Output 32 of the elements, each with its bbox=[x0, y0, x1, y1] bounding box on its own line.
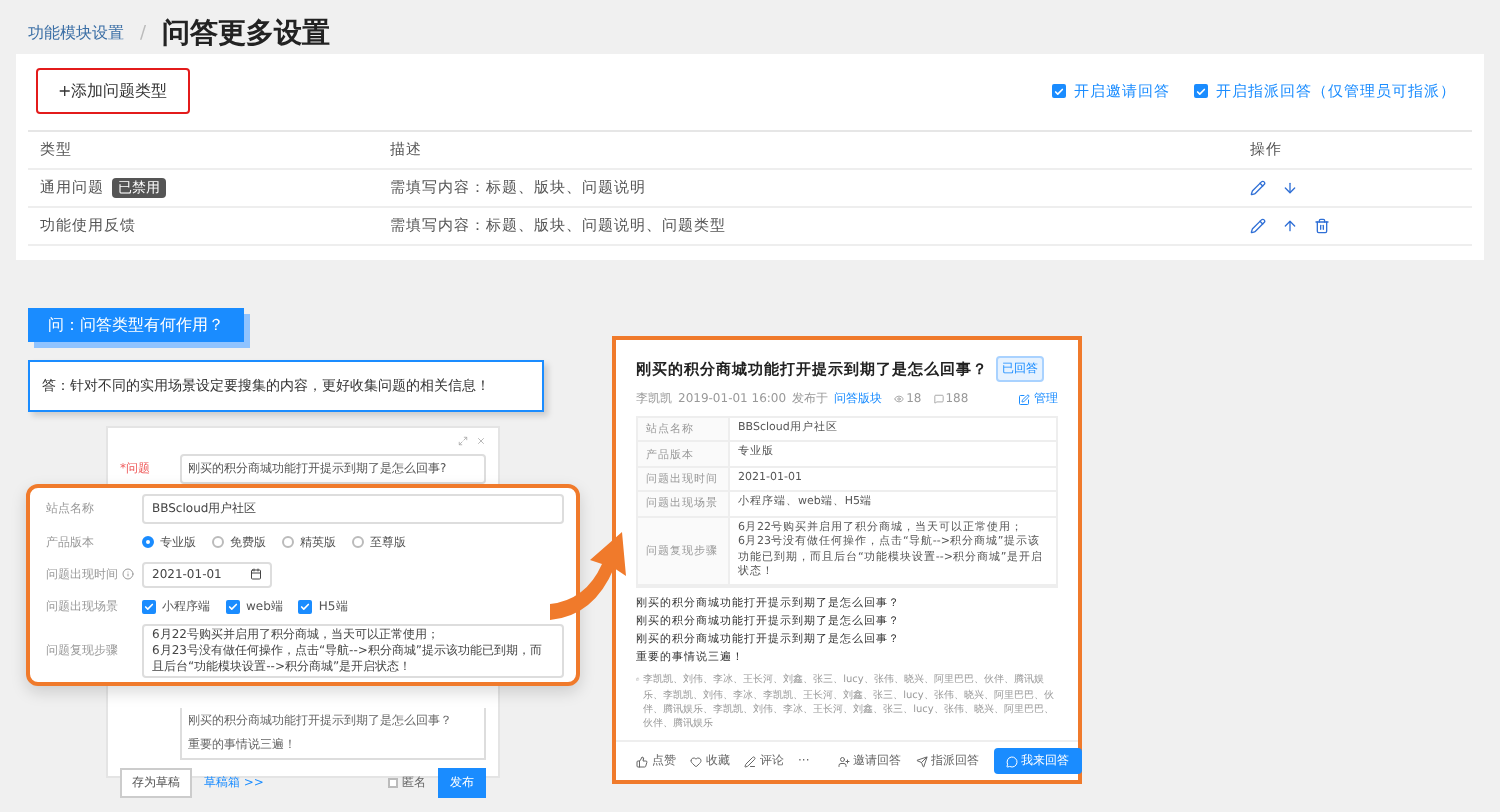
radio-icon[interactable] bbox=[142, 536, 154, 548]
heart-icon bbox=[690, 755, 702, 767]
checkbox[interactable] bbox=[388, 778, 398, 788]
radio-icon[interactable] bbox=[352, 536, 364, 548]
breadcrumb-separator: / bbox=[140, 23, 147, 43]
pen-icon bbox=[744, 755, 756, 767]
user-plus-icon bbox=[837, 755, 850, 767]
chat-icon bbox=[1005, 755, 1018, 767]
trash-icon[interactable] bbox=[1314, 218, 1330, 234]
radio-icon[interactable] bbox=[212, 536, 224, 548]
edit-icon bbox=[1018, 393, 1030, 405]
eye-icon bbox=[894, 394, 905, 404]
comment-icon bbox=[933, 394, 944, 404]
edit-icon[interactable] bbox=[1250, 218, 1266, 234]
expand-icon[interactable] bbox=[458, 436, 468, 446]
add-type-button[interactable]: +添加问题类型 bbox=[36, 68, 190, 114]
send-icon bbox=[915, 755, 928, 767]
arrow-down-icon[interactable] bbox=[1282, 180, 1298, 196]
checkbox[interactable] bbox=[298, 599, 313, 613]
arrow-up-icon[interactable] bbox=[1282, 218, 1298, 234]
checkbox[interactable] bbox=[1052, 84, 1066, 98]
calendar-icon bbox=[250, 568, 262, 580]
radio-icon[interactable] bbox=[282, 536, 294, 548]
checkbox[interactable] bbox=[226, 599, 240, 613]
info-icon bbox=[122, 568, 134, 580]
edit-icon[interactable] bbox=[1250, 180, 1266, 196]
checkbox[interactable] bbox=[142, 599, 156, 613]
question-bubble: 问：问答类型有何作用？ bbox=[28, 308, 244, 342]
thumbs-up-icon bbox=[636, 755, 648, 767]
checkbox[interactable] bbox=[1194, 84, 1208, 98]
page-title: 问答更多设置 bbox=[162, 15, 331, 51]
breadcrumb-link[interactable]: 功能模块设置 bbox=[28, 22, 124, 44]
